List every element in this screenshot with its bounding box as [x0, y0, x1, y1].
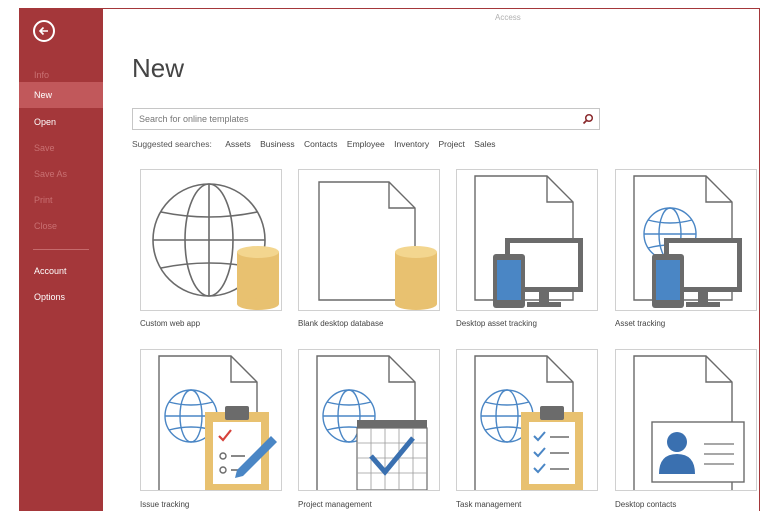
back-button[interactable] — [33, 20, 55, 42]
template-label: Desktop contacts — [615, 500, 677, 509]
sidebar-divider — [33, 249, 89, 250]
template-desktop-asset-tracking[interactable] — [456, 169, 598, 311]
sidebar-item-close[interactable]: Close — [19, 213, 103, 239]
template-label: Issue tracking — [140, 500, 190, 509]
sidebar-item-account[interactable]: Account — [19, 258, 103, 284]
template-task-management[interactable] — [456, 349, 598, 491]
sidebar-item-options[interactable]: Options — [19, 284, 103, 310]
sidebar-item-save-as[interactable]: Save As — [19, 161, 103, 187]
suggested-search-employee[interactable]: Employee — [347, 139, 385, 149]
template-label: Project management — [298, 500, 372, 509]
document-contact-card-icon — [633, 355, 745, 490]
suggested-searches-label: Suggested searches: — [132, 139, 212, 149]
template-label: Custom web app — [140, 319, 201, 328]
suggested-search-business[interactable]: Business — [260, 139, 295, 149]
backstage-window: Info New Open Save Save As Print Close A… — [19, 8, 760, 511]
suggested-search-assets[interactable]: Assets — [225, 139, 251, 149]
globe-database-icon — [152, 183, 279, 310]
globe-document-calendar-icon — [316, 355, 428, 490]
template-label: Blank desktop database — [298, 319, 384, 328]
page-title: New — [132, 53, 185, 83]
template-asset-tracking[interactable] — [615, 169, 757, 311]
search-icon[interactable] — [582, 113, 594, 125]
template-desktop-contacts[interactable] — [615, 349, 757, 491]
blank-document-database-icon — [318, 181, 437, 310]
globe-document-devices-icon — [633, 175, 742, 308]
suggested-search-contacts[interactable]: Contacts — [304, 139, 338, 149]
globe-document-checklist-icon — [474, 355, 583, 490]
template-custom-web-app[interactable] — [140, 169, 282, 311]
template-project-management[interactable] — [298, 349, 440, 491]
suggested-search-project[interactable]: Project — [438, 139, 464, 149]
template-issue-tracking[interactable] — [140, 349, 282, 491]
sidebar-item-print[interactable]: Print — [19, 187, 103, 213]
template-label: Desktop asset tracking — [456, 319, 537, 328]
suggested-searches: Suggested searches: Assets Business Cont… — [132, 139, 496, 149]
backstage-sidebar: Info New Open Save Save As Print Close A… — [19, 9, 103, 511]
template-search-input[interactable] — [133, 109, 579, 129]
template-blank-desktop-database[interactable] — [298, 169, 440, 311]
document-devices-icon — [474, 175, 583, 308]
app-title: Access — [495, 13, 521, 22]
template-search-box — [132, 108, 600, 130]
template-label: Task management — [456, 500, 522, 509]
suggested-search-sales[interactable]: Sales — [474, 139, 495, 149]
sidebar-item-save[interactable]: Save — [19, 135, 103, 161]
back-arrow-icon — [38, 26, 48, 36]
sidebar-item-new[interactable]: New — [19, 82, 103, 108]
globe-document-clipboard-icon — [158, 355, 277, 490]
sidebar-item-open[interactable]: Open — [19, 109, 103, 135]
suggested-search-inventory[interactable]: Inventory — [394, 139, 429, 149]
template-label: Asset tracking — [615, 319, 666, 328]
